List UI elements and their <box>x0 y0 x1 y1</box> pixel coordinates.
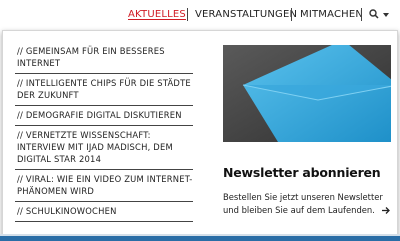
chevron-down-icon <box>383 13 389 17</box>
nav-divider <box>187 8 188 21</box>
list-item[interactable]: // SCHULKINOWOCHEN <box>15 202 193 222</box>
nav-divider <box>291 8 292 21</box>
nav-item-mitmachen[interactable]: MITMACHEN <box>300 9 363 20</box>
dropdown-panel: // GEMEINSAM FÜR EIN BESSERES INTERNET /… <box>2 30 398 238</box>
article-list: // GEMEINSAM FÜR EIN BESSERES INTERNET /… <box>15 45 193 222</box>
envelope-image[interactable] <box>223 45 391 142</box>
search-icon <box>369 9 379 19</box>
list-item[interactable]: // VERNETZTE WISSENSCHAFT: INTERVIEW MIT… <box>15 126 193 170</box>
search-button[interactable] <box>367 6 391 24</box>
newsletter-link[interactable]: Bestellen Sie jetzt unseren Newsletter u… <box>223 191 393 217</box>
newsletter-title[interactable]: Newsletter abonnieren <box>223 165 381 180</box>
list-item[interactable]: // INTELLIGENTE CHIPS FÜR DIE STÄDTE DER… <box>15 74 193 106</box>
list-item[interactable]: // DEMOGRAFIE DIGITAL DISKUTIEREN <box>15 106 193 126</box>
nav-divider <box>361 8 362 21</box>
top-navigation: AKTUELLES VERANSTALTUNGEN MITMACHEN <box>0 0 400 30</box>
nav-item-veranstaltungen[interactable]: VERANSTALTUNGEN <box>195 9 297 20</box>
list-item[interactable]: // VIRAL: WIE EIN VIDEO ZUM INTERNET-PHÄ… <box>15 170 193 202</box>
newsletter-text: Bestellen Sie jetzt unseren Newsletter u… <box>223 192 383 215</box>
nav-item-aktuelles[interactable]: AKTUELLES <box>128 9 186 20</box>
page-bottom-bar <box>0 236 400 241</box>
list-item[interactable]: // GEMEINSAM FÜR EIN BESSERES INTERNET <box>15 45 193 74</box>
arrow-right-icon <box>381 207 390 214</box>
